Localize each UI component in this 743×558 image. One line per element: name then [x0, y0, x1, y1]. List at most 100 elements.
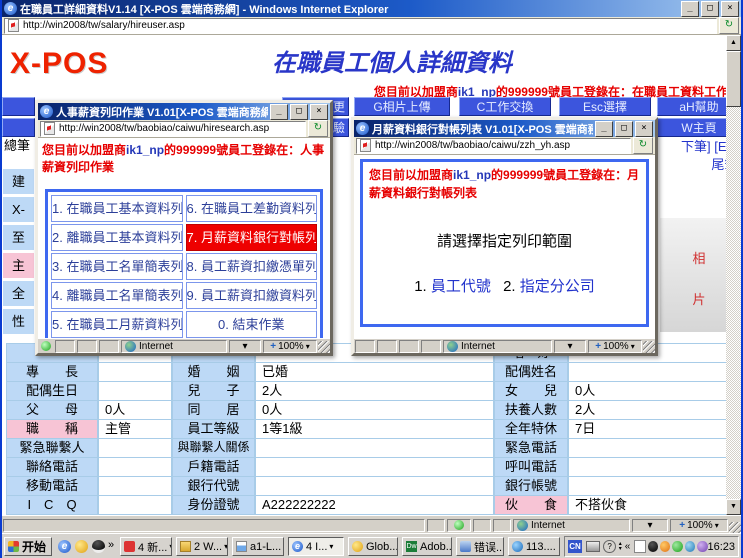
tray-collapse-chevron[interactable]: «: [625, 541, 631, 552]
popup2-title-bar[interactable]: e 月薪資料銀行對帳列表 V1.01[X-POS 雲端商務網] - ... _ …: [354, 120, 655, 137]
notice-user: ik1_np: [126, 143, 164, 157]
form-label-meals: 伙 食: [494, 496, 568, 515]
menu-item-9[interactable]: 9. 員工薪資扣繳資料列表: [186, 282, 318, 309]
menu-item-7-selected[interactable]: 7. 月薪資料銀行對帳列表: [186, 224, 318, 251]
taskbar-button-group-1[interactable]: 4 新...▾: [120, 537, 172, 556]
main-scrollbar[interactable]: ▲ ▼: [726, 35, 741, 515]
task-label: 4 新...: [138, 539, 167, 555]
taskbar-button-group-2[interactable]: 2 W...▾: [176, 537, 228, 556]
popup1-minimize-button[interactable]: _: [270, 104, 288, 120]
popup2-refresh-button[interactable]: ↻: [633, 137, 653, 154]
popup1-close-button[interactable]: ×: [310, 104, 328, 120]
minimize-button[interactable]: _: [681, 1, 699, 17]
nav-button-esc-select[interactable]: Esc選擇: [559, 97, 651, 116]
main-address-input[interactable]: http://win2008/tw/salary/hireuser.asp: [4, 18, 717, 34]
zoom-pane[interactable]: +100%▾: [588, 340, 642, 353]
form-value-meals: 不搭伙食: [568, 496, 733, 515]
popup-bank-report-window[interactable]: e 月薪資料銀行對帳列表 V1.01[X-POS 雲端商務網] - ... _ …: [351, 117, 658, 356]
print-range-panel: 您目前以加盟商ik1_np的999999號員工登錄在：月薪資料銀行對帳列表 請選…: [360, 159, 649, 327]
popup2-minimize-button[interactable]: _: [595, 121, 613, 137]
quicklaunch-qq-icon[interactable]: [92, 540, 105, 553]
scrollbar-thumb[interactable]: [726, 51, 741, 107]
popup2-restore-button[interactable]: □: [615, 121, 633, 137]
popup2-title: 月薪資料銀行對帳列表 V1.01[X-POS 雲端商務網] - ...: [372, 121, 593, 137]
scroll-up-arrow[interactable]: ▲: [726, 35, 741, 51]
quicklaunch-messenger-icon[interactable]: [75, 540, 88, 553]
taskbar-button-6[interactable]: Dw Adob...: [402, 537, 452, 556]
popup1-address-input[interactable]: http://win2008/tw/baobiao/caiwu/hiresear…: [40, 121, 306, 137]
status-pane: [99, 340, 119, 353]
table-row: I C Q身份證號A222222222伙 食不搭伙食: [6, 496, 733, 515]
quicklaunch-ie-icon[interactable]: e: [58, 540, 71, 553]
language-indicator[interactable]: CN: [568, 540, 582, 553]
notice-number: 999999: [176, 143, 216, 157]
nav-button-work-exchange[interactable]: C工作交換: [459, 97, 551, 116]
nav-button-photo-upload[interactable]: G相片上傳: [354, 97, 450, 116]
refresh-button[interactable]: ↻: [719, 17, 739, 34]
status-pane: [473, 519, 491, 532]
menu-item-6[interactable]: 6. 在職員工差勤資料列表: [186, 195, 318, 222]
protected-mode-pane[interactable]: ▾: [229, 340, 261, 353]
taskbar-button-3[interactable]: a1-L...: [232, 537, 284, 556]
taskbar-button-7[interactable]: 错误...: [456, 537, 504, 556]
notice-prefix: 您目前以加盟商: [369, 168, 453, 182]
popup2-close-button[interactable]: ×: [635, 121, 653, 137]
popup2-address-input[interactable]: http://win2008/tw/baobiao/caiwu/zzh_yh.a…: [356, 138, 631, 154]
tray-updown-arrows[interactable]: ▴▾: [619, 542, 622, 552]
notepad-tray-icon[interactable]: [634, 540, 645, 553]
table-row: 移動電話銀行代號銀行帳號: [6, 477, 733, 496]
help-tray-icon[interactable]: ?: [603, 540, 615, 553]
total-records-label: 總筆: [4, 135, 30, 154]
menu-item-4[interactable]: 4. 離職員工名單簡表列表: [51, 282, 183, 309]
taskbar: 开始 e » 4 新...▾ 2 W...▾ a1-L... e 4 I...▾…: [2, 533, 741, 558]
status-zone-pane: Internet: [513, 519, 630, 532]
maximize-button[interactable]: □: [701, 1, 719, 17]
taskbar-button-8[interactable]: 113....: [508, 537, 560, 556]
popup1-refresh-button[interactable]: ↻: [308, 120, 328, 137]
zoom-pane[interactable]: +100%▾: [263, 340, 317, 353]
taskbar-button-5[interactable]: Glob...: [348, 537, 398, 556]
protected-mode-pane[interactable]: ▾: [632, 519, 668, 532]
resize-grip[interactable]: [643, 341, 655, 353]
main-title-bar[interactable]: e 在職員工詳細資料V1.14 [X-POS 雲端商務網] - Windows …: [2, 0, 741, 17]
clock: 16:23: [708, 541, 736, 553]
scroll-down-arrow[interactable]: ▼: [726, 499, 741, 515]
menu-item-3[interactable]: 3. 在職員工名單簡表列表: [51, 253, 183, 280]
form-label-icq: I C Q: [6, 496, 98, 515]
menu-item-2[interactable]: 2. 離職員工基本資料列表: [51, 224, 183, 251]
green-tray-icon[interactable]: [672, 541, 682, 552]
status-zone-label: Internet: [461, 341, 495, 352]
option-employee-code-link[interactable]: 員工代號: [431, 278, 491, 295]
taskbar-button-group-ie-active[interactable]: e 4 I...▾: [288, 537, 344, 556]
zoom-pane[interactable]: +100%▾: [670, 519, 728, 532]
menu-item-0-exit[interactable]: 0. 結束作業: [186, 311, 318, 338]
menu-item-8[interactable]: 8. 員工薪資扣繳憑單列表: [186, 253, 318, 280]
form-label-annual-leave: 全年特休: [494, 420, 568, 439]
blue-tray-icon[interactable]: [685, 541, 695, 552]
form-label-marriage: 婚 姻: [172, 363, 255, 382]
strip-label-2: 至: [2, 224, 35, 251]
close-button[interactable]: ×: [721, 1, 739, 17]
ie-icon: e: [356, 122, 369, 135]
protected-mode-pane[interactable]: ▾: [554, 340, 586, 353]
form-label-dependents: 扶養人數: [494, 401, 568, 420]
menu-item-1[interactable]: 1. 在職員工基本資料列表: [51, 195, 183, 222]
popup1-title-bar[interactable]: e 人事薪資列印作業 V1.01[X-POS 雲端商務網] - Wi... _ …: [38, 103, 330, 120]
task-icon: [512, 541, 523, 552]
form-value: [568, 439, 733, 458]
start-button[interactable]: 开始: [4, 537, 52, 556]
option-branch-link[interactable]: 指定分公司: [520, 278, 595, 295]
quicklaunch-overflow-chevron[interactable]: »: [108, 539, 114, 551]
menu-item-5[interactable]: 5. 在職員工月薪資料列表: [51, 311, 183, 338]
qq-tray-icon[interactable]: [648, 541, 658, 552]
popup-print-jobs-window[interactable]: e 人事薪資列印作業 V1.01[X-POS 雲端商務網] - Wi... _ …: [35, 100, 333, 356]
purple-tray-icon[interactable]: [697, 541, 707, 552]
form-value: [98, 496, 172, 515]
nav-button-fragment-1[interactable]: [2, 97, 35, 116]
popup1-restore-button[interactable]: □: [290, 104, 308, 120]
printer-tray-icon[interactable]: [586, 541, 600, 552]
resize-grip[interactable]: [318, 341, 330, 353]
notice-number: 999999: [503, 168, 543, 182]
orange-tray-icon[interactable]: [660, 541, 670, 552]
internet-globe-icon: [517, 520, 528, 531]
